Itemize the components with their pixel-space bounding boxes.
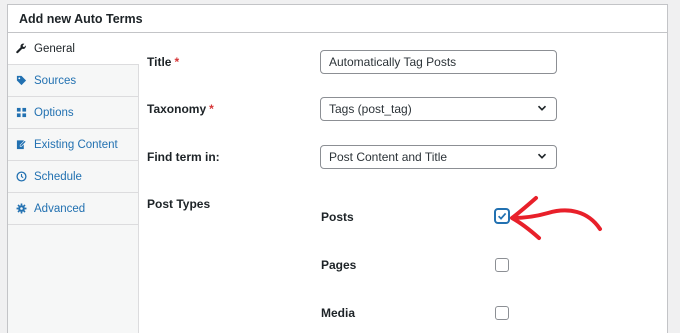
- edit-doc-icon: [16, 139, 27, 150]
- post-type-pages-label: Pages: [321, 258, 357, 272]
- find-term-label: Find term in:: [147, 150, 220, 164]
- sidebar-item-options[interactable]: Options: [8, 97, 138, 129]
- clock-icon: [16, 171, 27, 182]
- sidebar-item-sources[interactable]: Sources: [8, 65, 138, 97]
- auto-terms-panel: Add new Auto Terms General Sources Optio…: [7, 4, 668, 333]
- chevron-down-icon: [536, 150, 548, 165]
- taxonomy-select-value: Tags (post_tag): [329, 102, 412, 116]
- annotation-arrow-icon: [510, 196, 602, 240]
- post-type-posts-label: Posts: [321, 210, 354, 224]
- pages-checkbox[interactable]: [495, 258, 509, 272]
- post-type-media-label: Media: [321, 306, 356, 320]
- taxonomy-label: Taxonomy *: [147, 102, 214, 116]
- sidebar-item-existing-content[interactable]: Existing Content: [8, 129, 138, 161]
- sidebar-item-label: General: [34, 42, 75, 55]
- grid-icon: [16, 107, 27, 118]
- required-marker: *: [209, 102, 214, 116]
- panel-title: Add new Auto Terms: [8, 5, 667, 33]
- tag-icon: [16, 75, 27, 86]
- sidebar-item-label: Existing Content: [34, 138, 118, 151]
- sidebar-item-label: Advanced: [34, 202, 86, 215]
- title-input[interactable]: [320, 50, 557, 74]
- taxonomy-select[interactable]: Tags (post_tag): [320, 97, 557, 121]
- sidebar-item-schedule[interactable]: Schedule: [8, 161, 138, 193]
- sidebar-item-label: Options: [34, 106, 74, 119]
- chevron-down-icon: [536, 102, 548, 117]
- required-marker: *: [174, 55, 180, 69]
- sidebar-item-advanced[interactable]: Advanced: [8, 193, 138, 225]
- gear-icon: [16, 203, 27, 214]
- sidebar-item-label: Sources: [34, 74, 77, 87]
- find-term-select[interactable]: Post Content and Title: [320, 145, 557, 169]
- checkmark-icon: [497, 212, 507, 220]
- sidebar-item-label: Schedule: [34, 170, 82, 183]
- title-label: Title *: [147, 55, 180, 69]
- post-types-label: Post Types: [147, 197, 211, 211]
- sidebar: General Sources Options Existing Content…: [8, 33, 139, 333]
- posts-checkbox[interactable]: [495, 209, 509, 223]
- sidebar-item-general[interactable]: General: [8, 33, 139, 65]
- media-checkbox[interactable]: [495, 306, 509, 320]
- wrench-icon: [16, 43, 27, 54]
- find-term-select-value: Post Content and Title: [329, 150, 448, 164]
